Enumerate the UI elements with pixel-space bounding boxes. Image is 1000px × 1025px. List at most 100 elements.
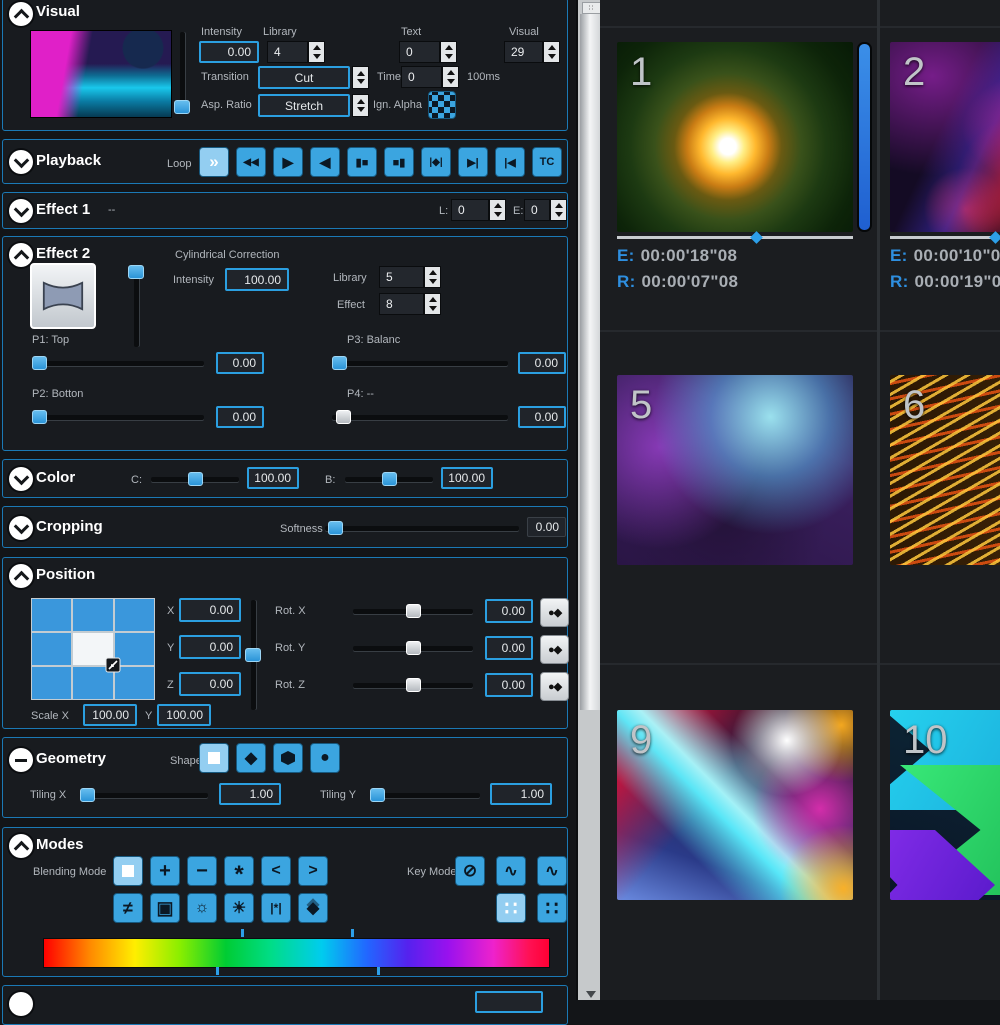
- rot-z-slider[interactable]: [353, 683, 473, 688]
- effect2-p2-slider-handle[interactable]: [32, 410, 47, 424]
- tiling-x-value[interactable]: 1.00: [219, 783, 281, 805]
- effect2-intensity-value[interactable]: 100.00: [225, 268, 289, 291]
- grid-cell-active[interactable]: [73, 633, 112, 665]
- visual-text-value[interactable]: 0: [399, 41, 440, 63]
- tiling-x-slider[interactable]: [80, 793, 208, 798]
- position-z-value[interactable]: 0.00: [179, 672, 241, 696]
- spin-up-icon[interactable]: [555, 203, 563, 208]
- grid-cell[interactable]: [32, 599, 71, 631]
- rot-z-slider-handle[interactable]: [406, 678, 421, 692]
- go-start-button[interactable]: |◀: [495, 147, 525, 177]
- spin-up-icon[interactable]: [357, 71, 365, 76]
- visual-intensity-vslider[interactable]: [180, 32, 185, 112]
- shape-cube-button[interactable]: [273, 743, 303, 773]
- spin-down-icon[interactable]: [357, 107, 365, 112]
- visual-number-spinbox[interactable]: 29: [504, 41, 560, 63]
- spin-up-icon[interactable]: [429, 297, 437, 302]
- next-section-value[interactable]: [475, 991, 543, 1013]
- effect2-preview-button[interactable]: [30, 263, 96, 329]
- effect2-p1-slider[interactable]: [32, 361, 204, 366]
- spin-down-icon[interactable]: [494, 212, 502, 217]
- rot-y-slider[interactable]: [353, 646, 473, 651]
- spin-up-icon[interactable]: [357, 99, 365, 104]
- grid-cell[interactable]: [32, 633, 71, 665]
- blend-lighten-button[interactable]: >: [298, 856, 328, 886]
- effect2-effect-value[interactable]: 8: [379, 293, 424, 315]
- next-frame-button[interactable]: ▶|: [458, 147, 488, 177]
- transition-dropdown[interactable]: Cut: [258, 66, 350, 89]
- spin-up-icon[interactable]: [548, 45, 556, 50]
- spinner-arrows[interactable]: [308, 41, 325, 63]
- effect1-l-spinbox[interactable]: 0: [451, 199, 506, 221]
- collapse-modes-button[interactable]: [9, 834, 33, 858]
- spin-down-icon[interactable]: [445, 54, 453, 59]
- media-thumbnail-5[interactable]: [617, 375, 853, 565]
- effect2-p1-slider-handle[interactable]: [32, 356, 47, 370]
- blend-layers-button[interactable]: ◆: [298, 893, 328, 923]
- color-c-slider-handle[interactable]: [188, 472, 203, 486]
- time-value[interactable]: 0: [401, 66, 442, 88]
- spinner-arrows[interactable]: [352, 94, 369, 117]
- blend-glow-small-button[interactable]: ☼: [187, 893, 217, 923]
- media-thumbnail-1[interactable]: [617, 42, 853, 232]
- stop-right-button[interactable]: ■▮: [384, 147, 414, 177]
- rot-x-slider-handle[interactable]: [406, 604, 421, 618]
- collapse-cropping-button[interactable]: [9, 516, 33, 540]
- shape-circle-button[interactable]: ●: [310, 743, 340, 773]
- play-reverse-button[interactable]: ◀: [310, 147, 340, 177]
- spinner-arrows[interactable]: [440, 41, 457, 63]
- collapse-next-button[interactable]: [9, 992, 33, 1016]
- effect2-p2-value[interactable]: 0.00: [216, 406, 264, 428]
- color-b-slider-handle[interactable]: [382, 472, 397, 486]
- scale-y-value[interactable]: 100.00: [157, 704, 211, 726]
- position-x-value[interactable]: 0.00: [179, 598, 241, 622]
- rot-x-slider[interactable]: [353, 609, 473, 614]
- tiling-x-slider-handle[interactable]: [80, 788, 95, 802]
- visual-intensity-value[interactable]: 0.00: [199, 41, 259, 63]
- grid-cell[interactable]: [32, 667, 71, 699]
- collapse-playback-button[interactable]: [9, 150, 33, 174]
- scrollbar-thumb[interactable]: [580, 14, 602, 710]
- scrollbar-down-arrow[interactable]: [586, 991, 596, 998]
- rot-x-value[interactable]: 0.00: [485, 599, 533, 623]
- spin-down-icon[interactable]: [357, 79, 365, 84]
- effect2-p4-slider-handle[interactable]: [336, 410, 351, 424]
- spin-down-icon[interactable]: [429, 279, 437, 284]
- visual-library-spinbox[interactable]: 4: [267, 41, 325, 63]
- spin-up-icon[interactable]: [429, 270, 437, 275]
- media-progress-1[interactable]: [617, 236, 853, 239]
- effect2-p4-value[interactable]: 0.00: [518, 406, 566, 428]
- scale-x-value[interactable]: 100.00: [83, 704, 137, 726]
- stop-left-button[interactable]: ▮■: [347, 147, 377, 177]
- bounce-button[interactable]: |◆|: [421, 147, 451, 177]
- effect2-intensity-vslider-handle[interactable]: [128, 265, 144, 279]
- effect1-l-value[interactable]: 0: [451, 199, 489, 221]
- effect2-p1-value[interactable]: 0.00: [216, 352, 264, 374]
- spinner-arrows[interactable]: [442, 66, 459, 88]
- visual-number-value[interactable]: 29: [504, 41, 543, 63]
- spin-down-icon[interactable]: [548, 54, 556, 59]
- blend-mask-button[interactable]: ▣: [150, 893, 180, 923]
- blend-subtract-button[interactable]: −: [187, 856, 217, 886]
- spinner-arrows[interactable]: [550, 199, 567, 221]
- collapse-visual-button[interactable]: [9, 2, 33, 26]
- position-y-value[interactable]: 0.00: [179, 635, 241, 659]
- play-button[interactable]: ▶: [273, 147, 303, 177]
- progress-marker-icon[interactable]: [750, 231, 763, 244]
- ign-alpha-checker-button[interactable]: [428, 91, 456, 119]
- effect1-e-value[interactable]: 0: [524, 199, 550, 221]
- effect2-library-value[interactable]: 5: [379, 266, 424, 288]
- effect2-p3-value[interactable]: 0.00: [518, 352, 566, 374]
- effect2-effect-spinbox[interactable]: 8: [379, 293, 441, 315]
- blend-glow-button[interactable]: ☀: [224, 893, 254, 923]
- transition-spinner[interactable]: [352, 66, 369, 89]
- asp-ratio-spinner[interactable]: [352, 94, 369, 117]
- softness-value[interactable]: 0.00: [527, 517, 566, 537]
- spinner-arrows[interactable]: [489, 199, 506, 221]
- media-thumbnail-9[interactable]: [617, 710, 853, 900]
- grid-cell[interactable]: [115, 599, 154, 631]
- effect1-e-spinbox[interactable]: 0: [524, 199, 567, 221]
- visual-intensity-vslider-handle[interactable]: [174, 100, 190, 114]
- effect2-library-spinbox[interactable]: 5: [379, 266, 441, 288]
- spinner-arrows[interactable]: [352, 66, 369, 89]
